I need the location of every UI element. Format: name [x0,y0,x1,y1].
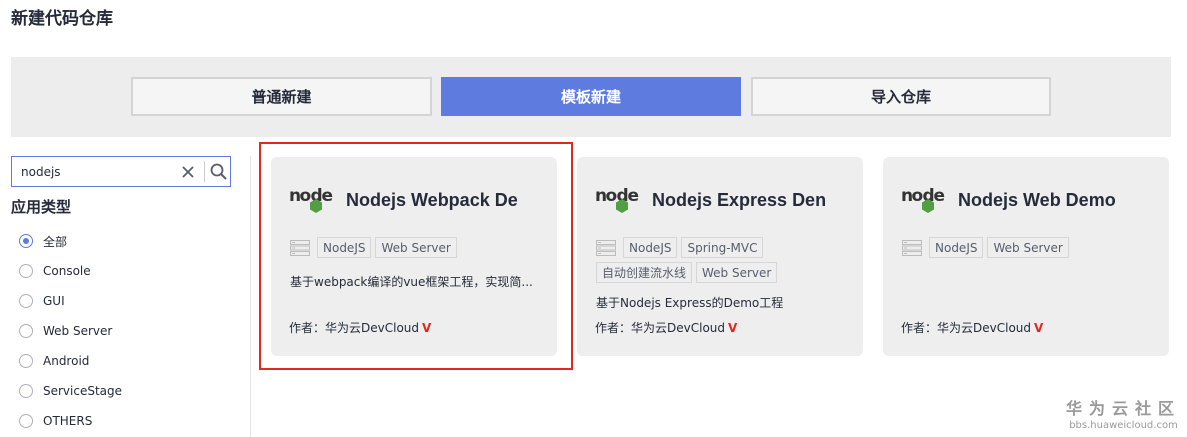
database-icon [290,240,310,256]
filter-option-web-server[interactable]: Web Server [19,316,122,346]
radio-icon [19,294,33,308]
template-card-nodejs-web[interactable]: n o d e Nodejs Web Demo NodeJS Web Serve… [883,157,1169,356]
tag: Web Server [375,237,457,258]
filter-option-gui[interactable]: GUI [19,286,122,316]
database-icon [902,240,922,256]
svg-text:o: o [300,186,312,206]
filter-option-console[interactable]: Console [19,256,122,286]
filter-option-label: Console [43,264,91,278]
tag: NodeJS [317,237,372,258]
card-description: 基于webpack编译的vue框架工程，实现简... [290,275,533,289]
author-label: 作者：华为云DevCloud [901,321,1032,335]
radio-icon [19,264,33,278]
filter-option-others[interactable]: OTHERS [19,406,122,436]
clear-icon[interactable] [172,157,204,186]
radio-selected-icon [19,234,33,248]
template-card-nodejs-express[interactable]: n o d e Nodejs Express Den NodeJS Spring… [577,157,863,356]
author-label: 作者：华为云DevCloud [289,321,420,335]
filter-option-label: Web Server [43,324,113,338]
nodejs-logo-icon: n o d e [901,186,946,213]
tab-import-repo[interactable]: 导入仓库 [751,77,1051,116]
template-card-nodejs-webpack[interactable]: n o d e Nodejs Webpack De NodeJS Web Ser… [271,157,557,356]
radio-icon [19,324,33,338]
svg-text:e: e [628,186,640,206]
nodejs-logo-icon: n o d e [595,186,640,213]
database-icon [596,240,616,256]
watermark-sub: bbs.huaweicloud.com [1069,420,1178,431]
author-label: 作者：华为云DevCloud [595,321,726,335]
search-icon[interactable] [205,157,231,186]
radio-icon [19,384,33,398]
card-title: Nodejs Webpack De [346,190,518,210]
filter-option-label: ServiceStage [43,384,123,398]
card-tags: NodeJS Web Server [317,237,549,258]
verified-badge: V [422,321,432,335]
tab-template-create[interactable]: 模板新建 [441,77,741,116]
card-description: 基于Nodejs Express的Demo工程 [596,296,784,310]
card-title: Nodejs Express Den [652,190,827,210]
card-title: Nodejs Web Demo [958,190,1116,210]
card-tags: NodeJS Spring-MVC [623,237,823,258]
filter-option-label: OTHERS [43,414,93,428]
filter-option-label: GUI [43,294,65,308]
filter-option-label: 全部 [43,234,68,249]
filter-option-android[interactable]: Android [19,346,122,376]
card-author: 作者：华为云DevCloud V [289,319,431,336]
tag: NodeJS [623,237,678,258]
radio-icon [19,414,33,428]
card-tags-row-2: 自动创建流水线 Web Server [596,262,856,283]
tag: Spring-MVC [681,237,764,258]
tab-normal-create[interactable]: 普通新建 [131,77,432,116]
creation-mode-tabs: 普通新建 模板新建 导入仓库 [11,57,1171,137]
tag: 自动创建流水线 [596,262,693,283]
tag: Web Server [987,237,1069,258]
filter-title: 应用类型 [11,198,72,216]
watermark: 华为云社区 bbs.huaweicloud.com [1066,395,1181,431]
svg-text:o: o [606,186,618,206]
sidebar-divider [250,156,251,437]
svg-text:e: e [934,186,946,206]
filter-option-all[interactable]: 全部 [19,226,122,256]
tag: Web Server [696,262,778,283]
verified-badge: V [1034,321,1044,335]
nodejs-logo-icon: n o d e [289,186,334,213]
tag: NodeJS [929,237,984,258]
template-search [11,156,231,187]
card-author: 作者：华为云DevCloud V [901,319,1043,336]
svg-text:o: o [912,186,924,206]
search-input[interactable] [12,157,172,186]
card-tags: NodeJS Web Server [929,237,1161,258]
svg-text:e: e [322,186,334,206]
filter-option-servicestage[interactable]: ServiceStage [19,376,122,406]
radio-icon [19,354,33,368]
page-title: 新建代码仓库 [11,9,113,29]
filter-option-label: Android [43,354,90,368]
card-author: 作者：华为云DevCloud V [595,319,737,336]
watermark-main: 华为云社区 [1066,399,1182,418]
app-type-filter: 全部 Console GUI Web Server Android Servic… [19,226,122,436]
verified-badge: V [728,321,738,335]
